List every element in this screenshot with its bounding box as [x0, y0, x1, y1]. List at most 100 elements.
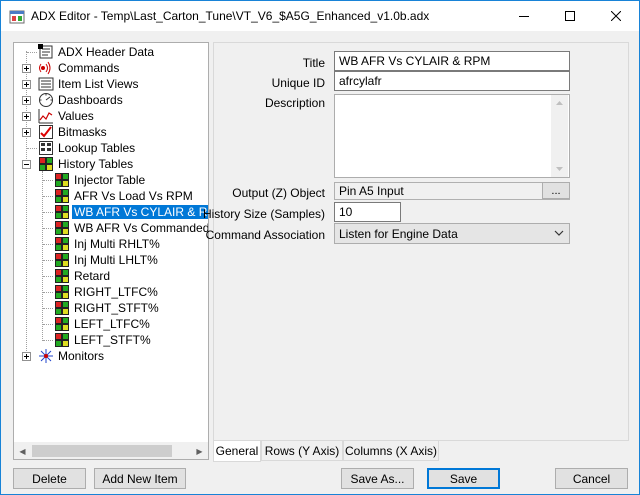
tree-item-dashboards[interactable]: Dashboards	[14, 92, 208, 108]
adx-editor-window: ADX Editor - Temp\Last_Carton_Tune\VT_V6…	[0, 0, 640, 495]
commands-icon	[39, 61, 51, 75]
scroll-down-icon	[556, 167, 563, 171]
description-scrollbar[interactable]	[551, 95, 568, 177]
minimize-icon	[519, 16, 529, 17]
scroll-right-icon[interactable]: ▶	[191, 443, 208, 459]
chevron-down-icon	[554, 230, 564, 236]
command-association-value: Listen for Engine Data	[339, 227, 458, 241]
tree-item-label: AFR Vs Load Vs RPM	[74, 189, 193, 203]
delete-button[interactable]: Delete	[13, 468, 86, 489]
history-table-icon	[39, 157, 53, 171]
properties-panel: Title WB AFR Vs CYLAIR & RPM Unique ID a…	[203, 42, 629, 441]
app-icon	[9, 10, 25, 24]
collapse-icon[interactable]	[22, 160, 31, 169]
tree-item-label: Inj Multi RHLT%	[74, 237, 160, 251]
expand-icon[interactable]	[22, 80, 31, 89]
title-input[interactable]: WB AFR Vs CYLAIR & RPM	[334, 51, 570, 71]
output-object-field: Pin A5 Input	[334, 182, 570, 200]
tab-columns-x-axis[interactable]: Columns (X Axis)	[343, 441, 439, 461]
maximize-button[interactable]	[547, 1, 593, 31]
list-views-icon	[38, 77, 54, 91]
history-table-item[interactable]: LEFT_STFT%	[14, 332, 208, 348]
maximize-icon	[565, 11, 575, 21]
expand-icon[interactable]	[22, 352, 31, 361]
tree-item-label: WB AFR Vs CYLAIR & RPM	[72, 205, 208, 219]
lookup-table-icon	[39, 141, 53, 155]
output-object-label: Output (Z) Object	[232, 186, 325, 200]
tree-item-commands[interactable]: Commands	[14, 60, 208, 76]
command-association-select[interactable]: Listen for Engine Data	[334, 223, 570, 244]
title-label: Title	[302, 56, 325, 70]
history-table-icon	[55, 173, 69, 187]
expand-icon[interactable]	[22, 112, 31, 121]
description-textarea[interactable]	[334, 94, 570, 178]
unique-id-input[interactable]: afrcylafr	[334, 71, 570, 91]
dashboard-icon	[39, 93, 53, 107]
scroll-left-icon[interactable]: ◀	[14, 443, 31, 459]
tree-item-label: RIGHT_STFT%	[74, 301, 159, 315]
title-bar[interactable]: ADX Editor - Temp\Last_Carton_Tune\VT_V6…	[1, 1, 639, 31]
tree-item-history-tables[interactable]: History Tables	[14, 156, 208, 172]
minimize-button[interactable]	[501, 1, 547, 31]
history-table-icon	[55, 317, 69, 331]
tree-item-label: WB AFR Vs Commanded AFR	[74, 221, 209, 235]
expand-icon[interactable]	[22, 64, 31, 73]
tree-item-label: RIGHT_LTFC%	[74, 285, 158, 299]
history-size-input[interactable]: 10	[334, 202, 401, 222]
tree-item-adx-header-data[interactable]: ADX Header Data	[14, 44, 208, 60]
item-tree[interactable]: ADX Header Data Commands Item List Views	[13, 42, 209, 460]
tree-item-label: LEFT_LTFC%	[74, 317, 150, 331]
tree-horizontal-scrollbar[interactable]: ◀ ▶	[14, 442, 208, 459]
tree-item-label: Injector Table	[74, 173, 146, 187]
history-table-icon	[55, 333, 69, 347]
unique-id-label: Unique ID	[271, 76, 325, 90]
history-table-item[interactable]: LEFT_LTFC%	[14, 316, 208, 332]
history-table-item[interactable]: RIGHT_STFT%	[14, 300, 208, 316]
close-button[interactable]	[593, 1, 639, 31]
history-table-item[interactable]: Injector Table	[14, 172, 208, 188]
tree-item-label: ADX Header Data	[58, 45, 155, 59]
history-table-item[interactable]: WB AFR Vs Commanded AFR	[14, 220, 209, 236]
history-table-item[interactable]: Inj Multi LHLT%	[14, 252, 208, 268]
history-table-item[interactable]: WB AFR Vs CYLAIR & RPM	[14, 204, 208, 220]
save-as-button[interactable]: Save As...	[341, 468, 414, 489]
tree-item-label: Retard	[74, 269, 111, 283]
scroll-up-icon	[556, 101, 563, 105]
save-button[interactable]: Save	[427, 468, 500, 489]
history-table-item[interactable]: AFR Vs Load Vs RPM	[14, 188, 208, 204]
history-table-item[interactable]: Inj Multi RHLT%	[14, 236, 208, 252]
header-data-icon	[38, 44, 53, 59]
tab-rows-y-axis[interactable]: Rows (Y Axis)	[261, 441, 343, 461]
history-table-icon	[55, 221, 69, 235]
tree-item-lookup-tables[interactable]: Lookup Tables	[14, 140, 208, 156]
scrollbar-thumb[interactable]	[32, 445, 172, 457]
tab-general[interactable]: General	[213, 441, 261, 462]
bitmask-icon	[39, 125, 53, 139]
history-table-icon	[55, 205, 69, 219]
tree-item-label: Values	[58, 109, 94, 123]
tree-item-label: Monitors	[58, 349, 105, 363]
history-size-label: History Size (Samples)	[202, 207, 325, 221]
tree-item-label: Bitmasks	[58, 125, 107, 139]
history-table-icon	[55, 237, 69, 251]
history-table-item[interactable]: Retard	[14, 268, 208, 284]
add-new-item-button[interactable]: Add New Item	[94, 468, 186, 489]
tree-item-values[interactable]: Values	[14, 108, 208, 124]
history-table-icon	[55, 189, 69, 203]
expand-icon[interactable]	[22, 128, 31, 137]
cancel-button[interactable]: Cancel	[555, 468, 628, 489]
window-title: ADX Editor - Temp\Last_Carton_Tune\VT_V6…	[31, 9, 430, 23]
tree-item-label: Dashboards	[58, 93, 123, 107]
output-browse-button[interactable]: ...	[542, 182, 570, 199]
history-table-icon	[55, 253, 69, 267]
tree-item-monitors[interactable]: Monitors	[14, 348, 208, 364]
tree-item-label: Lookup Tables	[58, 141, 136, 155]
tree-item-item-list-views[interactable]: Item List Views	[14, 76, 208, 92]
history-table-icon	[55, 269, 69, 283]
history-table-icon	[55, 301, 69, 315]
tree-item-bitmasks[interactable]: Bitmasks	[14, 124, 208, 140]
command-association-label: Command Association	[205, 228, 325, 242]
monitor-icon	[39, 349, 53, 363]
history-table-item[interactable]: RIGHT_LTFC%	[14, 284, 208, 300]
expand-icon[interactable]	[22, 96, 31, 105]
